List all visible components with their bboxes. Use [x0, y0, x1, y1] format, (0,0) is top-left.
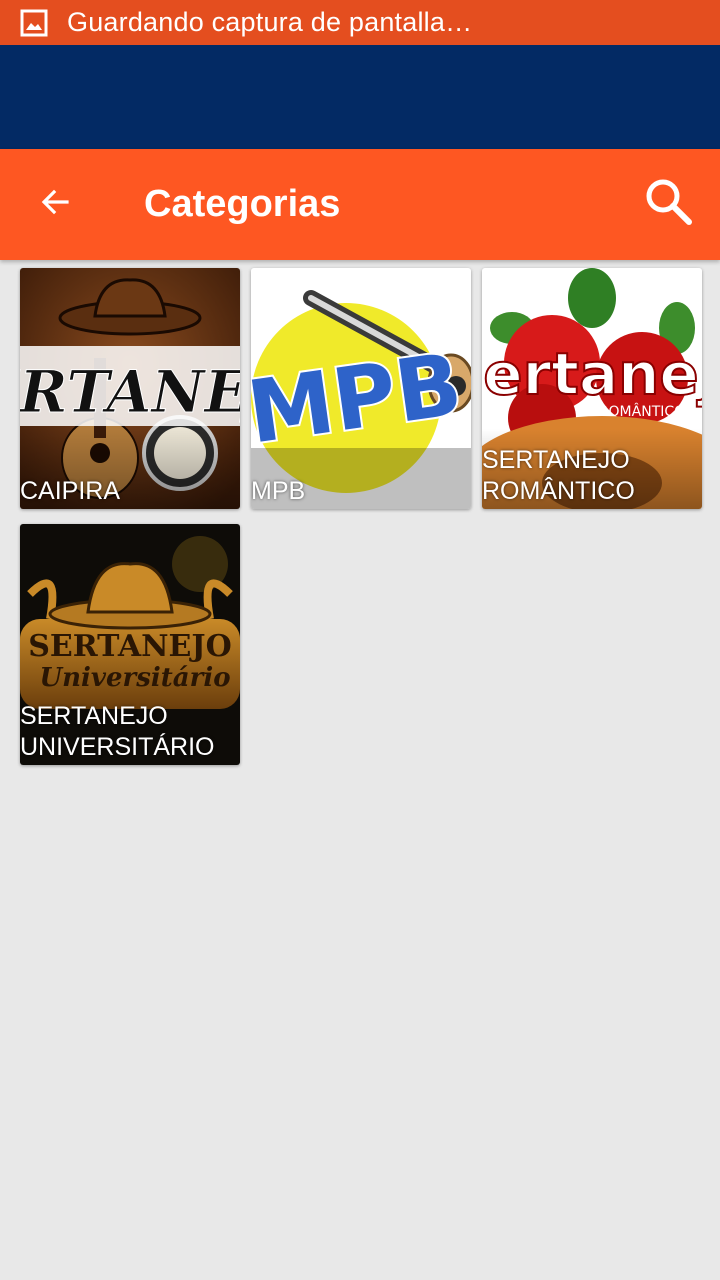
- category-label: CAIPIRA: [20, 477, 121, 505]
- app-toolbar: Categorias: [0, 149, 720, 260]
- category-card-mpb[interactable]: MPB MPB: [251, 268, 471, 509]
- universitario-art-subtext: Universitário: [39, 663, 230, 693]
- arrow-back-icon: [39, 186, 71, 223]
- category-label: SERTANEJO ROMÂNTICO: [482, 446, 635, 505]
- mpb-thumbnail: MPB: [251, 268, 471, 509]
- category-card-caipira[interactable]: SERTANEJO CAIPIRA: [20, 268, 240, 509]
- romantico-art-subtext: ROMÂNTICO: [599, 402, 685, 420]
- category-label: MPB: [251, 477, 306, 505]
- category-card-sertanejo-universitario[interactable]: SERTANEJO Universitário SERTANEJO UNIVER…: [20, 524, 240, 765]
- ad-banner[interactable]: [0, 45, 720, 149]
- notification-bar: Guardando captura de pantalla…: [0, 0, 720, 45]
- image-icon: [20, 9, 48, 37]
- category-card-sertanejo-romantico[interactable]: Sertanejo ROMÂNTICO SERTANEJO ROMÂNTICO: [482, 268, 702, 509]
- search-button[interactable]: [638, 173, 700, 235]
- category-label: SERTANEJO UNIVERSITÁRIO: [20, 702, 215, 761]
- universitario-art-text: SERTANEJO: [28, 629, 232, 664]
- search-icon: [644, 177, 694, 232]
- notification-text: Guardando captura de pantalla…: [67, 7, 473, 37]
- caipira-art-text: SERTANEJO: [20, 358, 240, 426]
- romantico-art-text: Sertanejo: [482, 340, 702, 408]
- page-title: Categorias: [144, 183, 341, 225]
- back-button[interactable]: [24, 173, 86, 235]
